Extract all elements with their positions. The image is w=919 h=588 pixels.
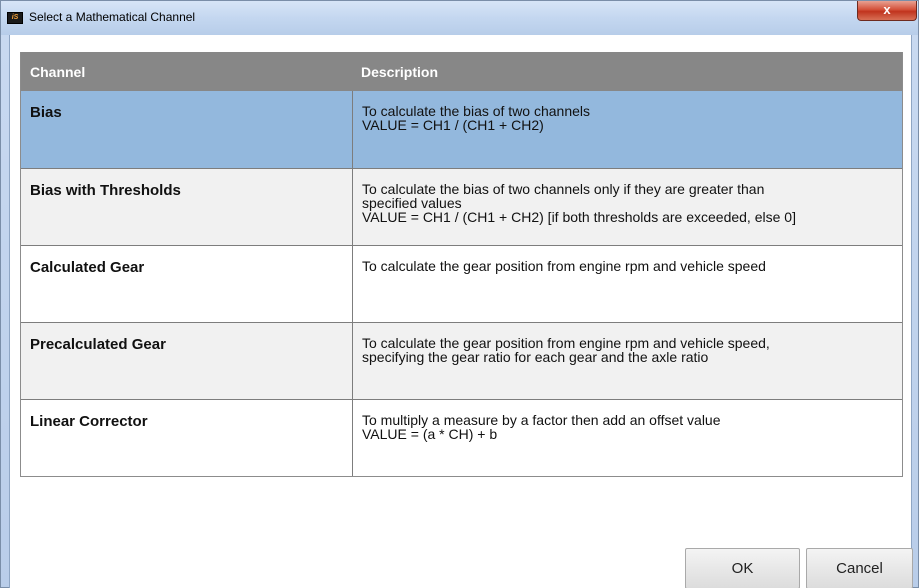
description-cell: To calculate the gear position from engi… [353, 246, 902, 322]
channel-name-cell: Calculated Gear [21, 246, 353, 322]
close-button[interactable]: x [857, 1, 917, 21]
table-row[interactable]: Calculated Gear To calculate the gear pos… [21, 245, 902, 322]
description-line: VALUE = (a * CH) + b [362, 426, 498, 442]
description-line: specified values [362, 195, 462, 211]
description-line: To calculate the bias of two channels [362, 103, 591, 119]
channel-table: Channel Description Bias To calculate the… [20, 52, 903, 477]
column-header-description[interactable]: Description [353, 52, 902, 91]
table-row[interactable]: Bias with Thresholds To calculate the bia… [21, 168, 902, 245]
window-title: Select a Mathematical Channel [29, 10, 196, 24]
description-line: To calculate the gear position from engi… [362, 258, 766, 274]
description-line: VALUE = CH1 / (CH1 + CH2) [362, 117, 544, 133]
description-cell: To multiply a measure by a factor then a… [353, 400, 902, 476]
description-line: VALUE = CH1 / (CH1 + CH2) [if both thres… [362, 209, 796, 225]
channel-name-cell: Precalculated Gear [21, 323, 353, 399]
description-line: To calculate the bias of two channels on… [362, 181, 765, 197]
table-row[interactable]: Linear Corrector To multiply a measure by… [21, 399, 902, 476]
channel-name-cell: Bias with Thresholds [21, 169, 353, 245]
dialog-body: Channel Description Bias To calculate the… [9, 35, 913, 588]
title-bar[interactable]: iS Select a Mathematical Channel x [1, 1, 918, 35]
description-line: To calculate the gear position from engi… [362, 335, 770, 351]
table-header: Channel Description [21, 52, 902, 91]
table-row[interactable]: Bias To calculate the bias of two channel… [21, 91, 902, 168]
app-logo-icon: iS [7, 12, 23, 24]
description-cell: To calculate the gear position from engi… [353, 323, 902, 399]
description-line: To multiply a measure by a factor then a… [362, 412, 721, 428]
description-cell: To calculate the bias of two channels on… [353, 169, 902, 245]
channel-name-cell: Bias [21, 91, 353, 168]
ok-button[interactable]: OK [685, 548, 800, 588]
description-line: specifying the gear ratio for each gear … [362, 349, 709, 365]
column-header-channel[interactable]: Channel [21, 52, 353, 91]
cancel-button[interactable]: Cancel [806, 548, 913, 588]
table-row[interactable]: Precalculated Gear To calculate the gear … [21, 322, 902, 399]
description-cell: To calculate the bias of two channels VAL… [353, 91, 902, 168]
channel-name-cell: Linear Corrector [21, 400, 353, 476]
dialog-window: iS Select a Mathematical Channel x Chann… [0, 0, 919, 588]
table-body: Bias To calculate the bias of two channel… [21, 91, 902, 476]
